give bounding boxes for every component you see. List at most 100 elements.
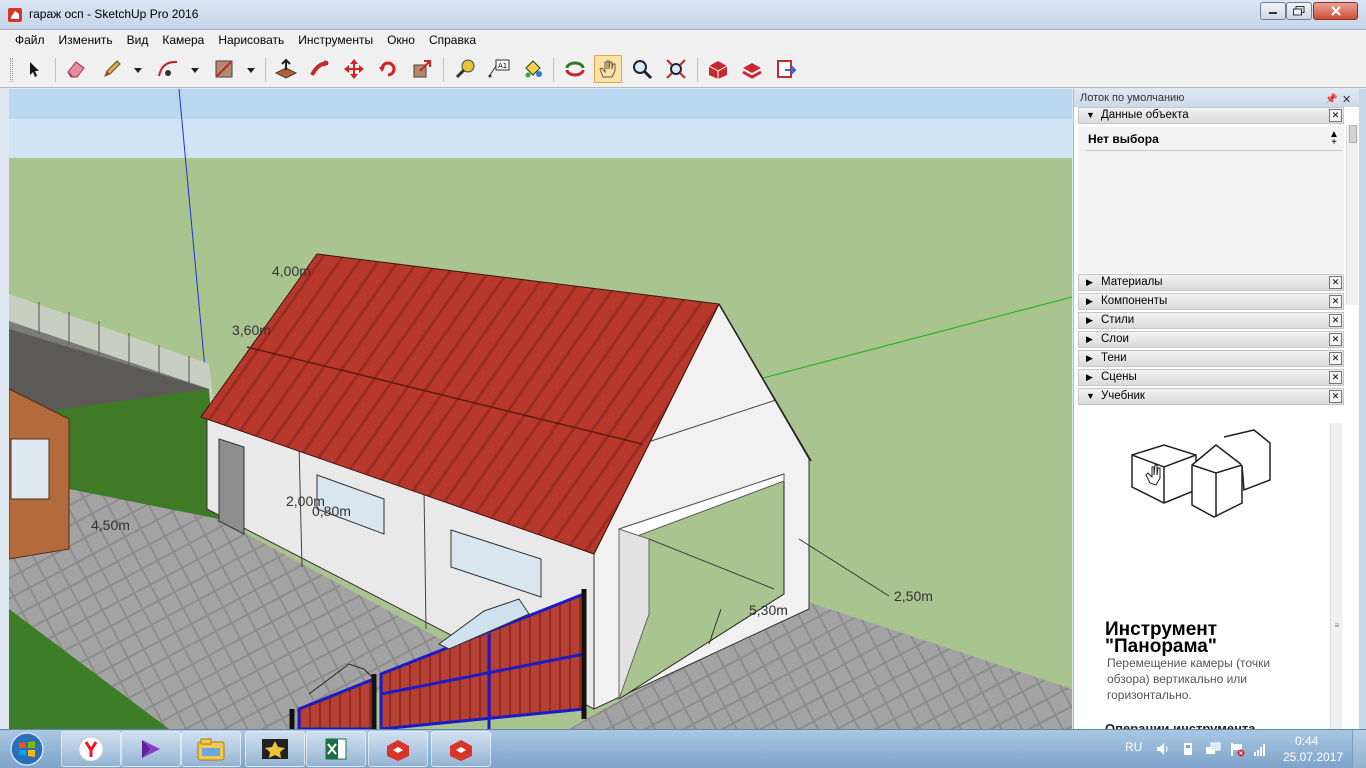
dimension-label: 4,50m bbox=[91, 517, 130, 533]
tape-measure-tool-button[interactable] bbox=[451, 55, 479, 83]
rectangle-tool-button[interactable] bbox=[210, 55, 238, 83]
tray-scrollbar[interactable] bbox=[1346, 125, 1358, 305]
panel-styles[interactable]: ▶ Стили ✕ bbox=[1078, 312, 1344, 329]
sky-upper bbox=[9, 89, 1072, 119]
menu-draw[interactable]: Нарисовать bbox=[211, 33, 291, 47]
close-button[interactable] bbox=[1313, 2, 1358, 20]
taskbar-media-player[interactable] bbox=[121, 731, 181, 767]
taskbar-yandex-browser[interactable] bbox=[61, 731, 121, 767]
scrollbar-thumb[interactable] bbox=[1349, 125, 1357, 143]
dropdown-arrow-icon bbox=[134, 68, 142, 73]
pan-tool-button[interactable] bbox=[594, 55, 622, 83]
scale-icon bbox=[413, 60, 431, 78]
windows-start-orb-icon[interactable] bbox=[3, 731, 51, 768]
title-bar: гараж осп - SketchUp Pro 2016 bbox=[0, 0, 1366, 30]
panel-close-icon[interactable]: ✕ bbox=[1329, 390, 1342, 403]
clock-date[interactable]: 25.07.2017 bbox=[1283, 750, 1343, 764]
svg-text:A1: A1 bbox=[498, 62, 507, 70]
usb-device-icon[interactable] bbox=[1180, 741, 1196, 757]
expand-details-icon[interactable]: ▲ + bbox=[1329, 130, 1339, 148]
dimension-label: 0,80m bbox=[312, 503, 351, 519]
menu-tools[interactable]: Инструменты bbox=[291, 33, 380, 47]
panel-components[interactable]: ▶ Компоненты ✕ bbox=[1078, 293, 1344, 310]
dropdown-arrow-icon bbox=[191, 68, 199, 73]
sketchup-icon bbox=[387, 740, 409, 761]
scrollbar-grip-icon[interactable]: ≡ bbox=[1333, 621, 1341, 631]
panel-close-icon[interactable]: ✕ bbox=[1329, 276, 1342, 289]
scale-tool-button[interactable] bbox=[408, 55, 436, 83]
rectangle-dropdown-arrow[interactable] bbox=[246, 64, 256, 74]
push-pull-tool-button[interactable] bbox=[272, 55, 300, 83]
send-to-layout-button[interactable] bbox=[772, 55, 800, 83]
taskbar-sketchup-layout[interactable] bbox=[431, 731, 491, 767]
sketchup-icon bbox=[450, 740, 472, 761]
language-indicator[interactable]: RU bbox=[1125, 740, 1142, 754]
instructor-scrollbar[interactable]: ≡ bbox=[1330, 423, 1342, 729]
panel-materials[interactable]: ▶ Материалы ✕ bbox=[1078, 274, 1344, 291]
taskbar-movie-maker[interactable] bbox=[245, 731, 305, 767]
rectangle-icon bbox=[215, 60, 233, 78]
taskbar-sketchup[interactable] bbox=[368, 731, 428, 767]
pencil-dropdown-arrow[interactable] bbox=[133, 64, 143, 74]
paint-bucket-icon bbox=[525, 60, 542, 78]
arc-dropdown-arrow[interactable] bbox=[190, 64, 200, 74]
taskbar-excel[interactable] bbox=[306, 731, 366, 767]
follow-me-tool-button[interactable] bbox=[306, 55, 334, 83]
expanded-triangle-icon: ▼ bbox=[1086, 391, 1095, 401]
select-tool-button[interactable] bbox=[20, 55, 48, 83]
panel-close-icon[interactable]: ✕ bbox=[1329, 371, 1342, 384]
toolbar-grip[interactable] bbox=[10, 58, 13, 82]
restore-icon bbox=[1293, 6, 1305, 16]
signal-strength-icon[interactable] bbox=[1252, 741, 1268, 757]
panel-close-icon[interactable]: ✕ bbox=[1329, 333, 1342, 346]
folder-icon bbox=[197, 738, 225, 761]
panel-close-icon[interactable]: ✕ bbox=[1329, 109, 1342, 122]
toolbar-separator bbox=[443, 58, 444, 82]
panel-label: Сцены bbox=[1101, 371, 1137, 383]
panel-instructor[interactable]: ▼ Учебник ✕ bbox=[1078, 388, 1344, 405]
eraser-tool-button[interactable] bbox=[62, 55, 90, 83]
clock-time[interactable]: 0:44 bbox=[1295, 734, 1318, 748]
toolbar-separator bbox=[697, 58, 698, 82]
panel-close-icon[interactable]: ✕ bbox=[1329, 314, 1342, 327]
arc-tool-button[interactable] bbox=[154, 55, 182, 83]
menu-camera[interactable]: Камера bbox=[155, 33, 211, 47]
menu-bar: Файл Изменить Вид Камера Нарисовать Инст… bbox=[0, 30, 1366, 50]
orbit-tool-button[interactable] bbox=[561, 55, 589, 83]
text-tool-button[interactable]: A1 bbox=[485, 55, 513, 83]
model-viewport[interactable]: 4,00m 3,60m 2,00m 0,80m 4,50m 2,50m 5,30… bbox=[9, 89, 1072, 729]
show-desktop-button[interactable] bbox=[1352, 730, 1366, 768]
panel-scenes[interactable]: ▶ Сцены ✕ bbox=[1078, 369, 1344, 386]
instructor-title: Инструмент "Панорама" bbox=[1105, 619, 1218, 657]
action-center-flag-icon[interactable] bbox=[1229, 741, 1245, 757]
panel-close-icon[interactable]: ✕ bbox=[1329, 352, 1342, 365]
menu-window[interactable]: Окно bbox=[380, 33, 422, 47]
menu-view[interactable]: Вид bbox=[120, 33, 156, 47]
taskbar-file-explorer[interactable] bbox=[181, 731, 241, 767]
menu-help[interactable]: Справка bbox=[422, 33, 483, 47]
maximize-button[interactable] bbox=[1286, 2, 1312, 20]
panel-entity-info[interactable]: ▼ Данные объекта ✕ bbox=[1078, 107, 1344, 124]
panel-layers[interactable]: ▶ Слои ✕ bbox=[1078, 331, 1344, 348]
layout-send-icon bbox=[777, 60, 797, 78]
panel-shadows[interactable]: ▶ Тени ✕ bbox=[1078, 350, 1344, 367]
paint-bucket-tool-button[interactable] bbox=[519, 55, 547, 83]
menu-edit[interactable]: Изменить bbox=[52, 33, 120, 47]
rotate-tool-button[interactable] bbox=[374, 55, 402, 83]
menu-file[interactable]: Файл bbox=[8, 33, 52, 47]
zoom-tool-button[interactable] bbox=[628, 55, 656, 83]
zoom-extents-tool-button[interactable] bbox=[662, 55, 690, 83]
volume-icon[interactable] bbox=[1155, 741, 1171, 757]
collapsed-triangle-icon: ▶ bbox=[1086, 353, 1093, 363]
network-icon[interactable] bbox=[1205, 741, 1221, 757]
rotate-icon bbox=[379, 61, 396, 77]
collapsed-triangle-icon: ▶ bbox=[1086, 277, 1093, 287]
move-tool-button[interactable] bbox=[340, 55, 368, 83]
3d-warehouse-button[interactable] bbox=[704, 55, 732, 83]
minimize-button[interactable] bbox=[1260, 2, 1286, 20]
toolbar-separator bbox=[55, 58, 56, 82]
pencil-tool-button[interactable] bbox=[98, 55, 126, 83]
extension-warehouse-button[interactable] bbox=[738, 55, 766, 83]
panel-close-icon[interactable]: ✕ bbox=[1329, 295, 1342, 308]
tape-measure-icon bbox=[455, 59, 475, 79]
